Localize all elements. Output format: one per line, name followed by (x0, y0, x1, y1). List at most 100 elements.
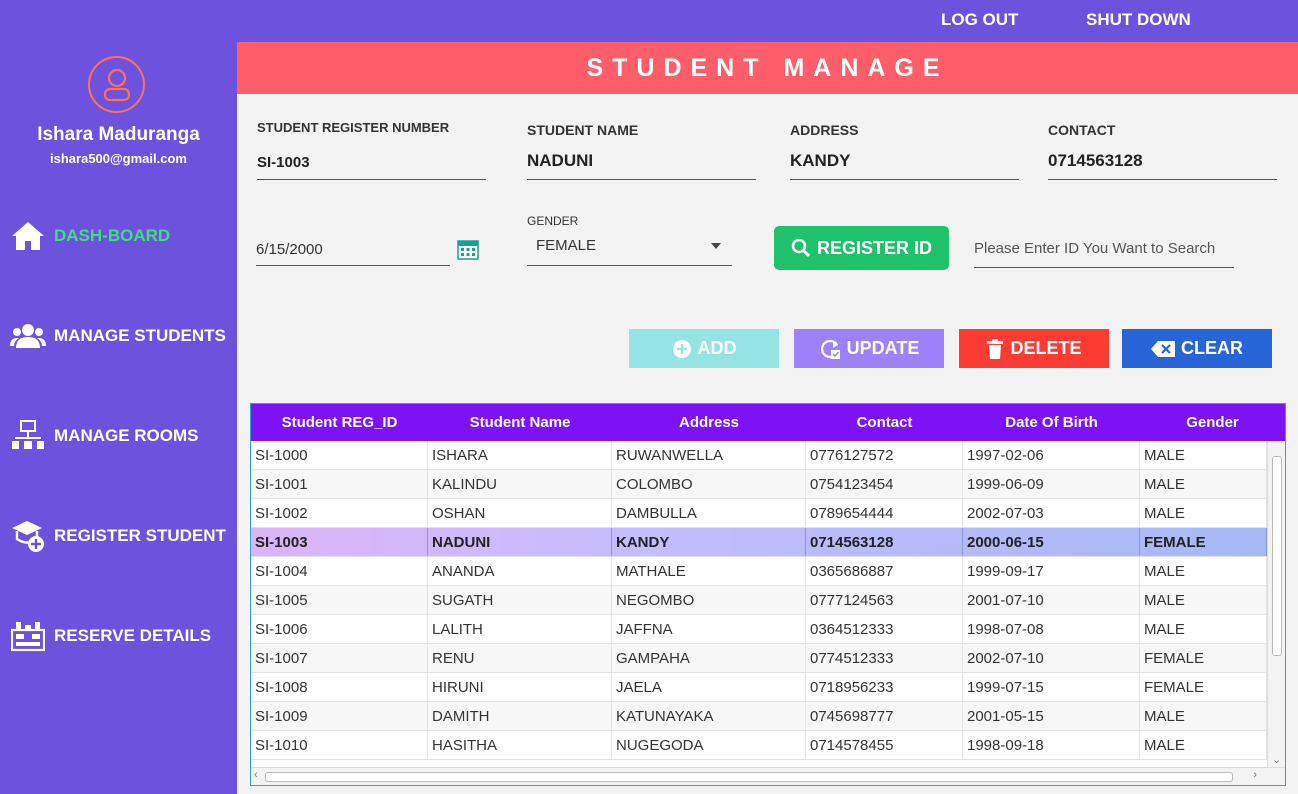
table-cell: 1999-06-09 (963, 470, 1140, 498)
clear-button[interactable]: CLEAR (1122, 329, 1272, 368)
table-cell: SI-1001 (251, 470, 428, 498)
address-field[interactable]: ADDRESS KANDY (790, 122, 1019, 180)
table-cell: 0365686887 (806, 557, 963, 585)
table-cell: 0714563128 (806, 528, 963, 556)
update-label: UPDATE (846, 338, 920, 358)
search-placeholder: Please Enter ID You Want to Search (974, 240, 1216, 257)
table-cell: 2002-07-10 (963, 644, 1140, 672)
sidebar-item-reserve-details[interactable]: RESERVE DETAILS (10, 616, 211, 656)
search-icon (791, 238, 811, 258)
table-row[interactable]: SI-1004 ANANDA MATHALE 0365686887 1999-09-17… (251, 557, 1267, 586)
vertical-scrollbar[interactable]: ⌄ (1267, 441, 1285, 768)
users-icon (10, 318, 46, 354)
column-header[interactable]: Contact (806, 404, 963, 441)
sidebar-item-label: MANAGE ROOMS (54, 426, 199, 445)
table-cell: MALE (1140, 557, 1267, 585)
table-cell: 1998-09-18 (963, 731, 1140, 759)
sidebar-item-label: DASH-BOARD (54, 226, 171, 245)
column-header[interactable]: Gender (1140, 404, 1285, 441)
table-cell: SI-1007 (251, 644, 428, 672)
column-header[interactable]: Date Of Birth (963, 404, 1140, 441)
table-row[interactable]: SI-1006 LALITH JAFFNA 0364512333 1998-07-08 M… (251, 615, 1267, 644)
field-underline (527, 265, 732, 266)
sidebar: Ishara Maduranga ishara500@gmail.com DAS… (0, 0, 237, 794)
shutdown-button[interactable]: SHUT DOWN (1086, 10, 1191, 30)
avatar (88, 56, 145, 113)
table-row[interactable]: SI-1000 ISHARA RUWANWELLA 0776127572 1997-02… (251, 441, 1267, 470)
column-header[interactable]: Address (612, 404, 806, 441)
chevron-down-icon[interactable]: ⌄ (1272, 753, 1281, 766)
table-cell: ANANDA (428, 557, 612, 585)
sidebar-item-manage-rooms[interactable]: MANAGE ROOMS (10, 416, 199, 456)
delete-button[interactable]: DELETE (959, 329, 1109, 368)
reg-number-label: STUDENT REGISTER NUMBER (257, 120, 450, 135)
gender-label: GENDER (527, 214, 579, 228)
table-cell: 0364512333 (806, 615, 963, 643)
table-cell: 1997-02-06 (963, 441, 1140, 469)
table-row[interactable]: SI-1003 NADUNI KANDY 0714563128 2000-06-15 FE… (251, 528, 1267, 557)
student-name-field[interactable]: STUDENT NAME NADUNI (527, 122, 756, 180)
table-cell: JAELA (612, 673, 806, 701)
table-row[interactable]: SI-1001 KALINDU COLOMBO 0754123454 1999-06-0… (251, 470, 1267, 499)
table-cell: RUWANWELLA (612, 441, 806, 469)
refresh-icon (819, 338, 841, 360)
table-row[interactable]: SI-1010 HASITHA NUGEGODA 0714578455 1998-09-… (251, 731, 1267, 760)
table-cell: KALINDU (428, 470, 612, 498)
main-panel: STUDENT MANAGE STUDENT REGISTER NUMBER S… (237, 42, 1298, 794)
table-cell: 2001-05-15 (963, 702, 1140, 730)
update-button[interactable]: UPDATE (794, 329, 944, 368)
field-underline (790, 179, 1019, 180)
table-cell: HASITHA (428, 731, 612, 759)
horizontal-scrollbar[interactable]: ‹ › (251, 767, 1285, 785)
table-cell: MALE (1140, 470, 1267, 498)
table-cell: SI-1010 (251, 731, 428, 759)
column-header[interactable]: Student REG_ID (251, 404, 428, 441)
graduate-add-icon (10, 518, 46, 554)
scroll-thumb[interactable] (265, 772, 1233, 782)
sidebar-item-label: RESERVE DETAILS (54, 626, 212, 645)
column-header[interactable]: Student Name (428, 404, 612, 441)
sidebar-item-register-student[interactable]: REGISTER STUDENT (10, 516, 226, 556)
dob-value: 6/15/2000 (256, 241, 323, 258)
table-row[interactable]: SI-1008 HIRUNI JAELA 0718956233 1999-07-15 FE… (251, 673, 1267, 702)
calendar-icon[interactable] (457, 238, 479, 260)
chevron-left-icon[interactable]: ‹ (254, 769, 258, 781)
table-cell: NADUNI (428, 528, 612, 556)
clear-label: CLEAR (1181, 338, 1243, 358)
table-cell: 1999-07-15 (963, 673, 1140, 701)
gender-value: FEMALE (536, 237, 597, 254)
table-cell: 1998-07-08 (963, 615, 1140, 643)
table-row[interactable]: SI-1005 SUGATH NEGOMBO 0777124563 2001-07-10… (251, 586, 1267, 615)
contact-field[interactable]: CONTACT 0714563128 (1048, 122, 1277, 180)
reg-number-field[interactable]: STUDENT REGISTER NUMBER SI-1003 (257, 120, 486, 180)
contact-label: CONTACT (1048, 122, 1116, 138)
register-id-button[interactable]: REGISTER ID (774, 226, 949, 270)
table-row[interactable]: SI-1009 DAMITH KATUNAYAKA 0745698777 2001-05… (251, 702, 1267, 731)
page-title: STUDENT MANAGE (237, 42, 1298, 94)
table-cell: 2002-07-03 (963, 499, 1140, 527)
chevron-right-icon[interactable]: › (1253, 769, 1257, 781)
add-button[interactable]: ADD (629, 329, 779, 368)
table-row[interactable]: SI-1007 RENU GAMPAHA 0774512333 2002-07-10 FE… (251, 644, 1267, 673)
table-cell: FEMALE (1140, 673, 1267, 701)
dob-date-picker[interactable]: 6/15/2000 (256, 232, 450, 266)
table-cell: 0776127572 (806, 441, 963, 469)
table-cell: GAMPAHA (612, 644, 806, 672)
table-cell: JAFFNA (612, 615, 806, 643)
chevron-down-icon (711, 243, 721, 249)
scroll-thumb[interactable] (1272, 456, 1282, 656)
sidebar-item-dashboard[interactable]: DASH-BOARD (10, 216, 170, 256)
table-cell: SI-1005 (251, 586, 428, 614)
gender-select[interactable]: FEMALE (527, 230, 732, 266)
search-id-input[interactable]: Please Enter ID You Want to Search (974, 232, 1234, 268)
table-cell: NUGEGODA (612, 731, 806, 759)
table-cell: 0754123454 (806, 470, 963, 498)
logout-button[interactable]: LOG OUT (941, 10, 1018, 30)
table-cell: LALITH (428, 615, 612, 643)
sidebar-item-manage-students[interactable]: MANAGE STUDENTS (10, 316, 226, 356)
table-cell: FEMALE (1140, 528, 1267, 556)
table-cell: DAMITH (428, 702, 612, 730)
table-cell: SI-1009 (251, 702, 428, 730)
table-cell: ISHARA (428, 441, 612, 469)
table-row[interactable]: SI-1002 OSHAN DAMBULLA 0789654444 2002-07-03… (251, 499, 1267, 528)
